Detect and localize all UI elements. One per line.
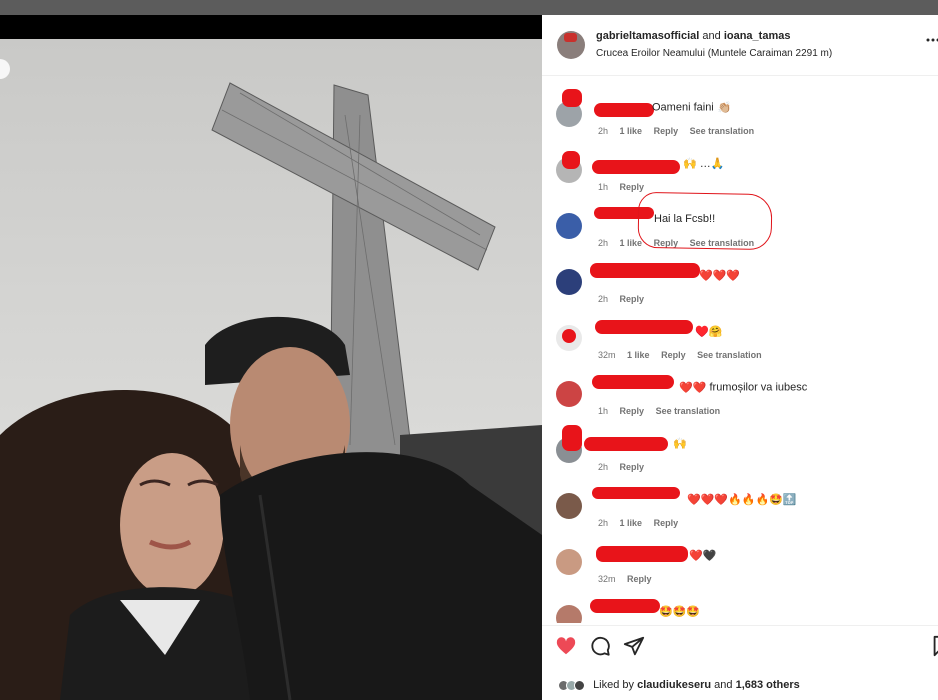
post-photo[interactable] (0, 15, 542, 700)
redaction-mark (596, 546, 688, 562)
redaction-mark (592, 375, 674, 389)
comment-likes[interactable]: 1 like (620, 238, 643, 248)
comment-text: 🙌 …🙏 (683, 158, 725, 170)
comment-text: ❤️❤️❤️🔥🔥🔥🤩🔝 (687, 494, 797, 506)
redaction-mark (562, 329, 576, 343)
heart-icon[interactable] (555, 635, 577, 657)
commenter-avatar[interactable] (556, 213, 582, 239)
comment-item: 🙌 2h Reply (542, 425, 938, 483)
comments-list[interactable]: Oameni faini 👏🏼 2h 1 like Reply See tran… (542, 77, 938, 623)
comment-meta: 32m Reply (598, 574, 661, 584)
comment-text: ❤️❤️❤️ (699, 270, 741, 282)
redaction-mark (590, 599, 660, 613)
post-actions: Liked by claudiukeseru and 1,683 others (542, 625, 938, 700)
comment-item: 🤩🤩🤩 (542, 595, 938, 623)
see-translation-button[interactable]: See translation (690, 126, 755, 136)
comment-item: ❤️🖤 32m Reply (542, 539, 938, 595)
comment-likes[interactable]: 1 like (627, 350, 650, 360)
comment-item: Oameni faini 👏🏼 2h 1 like Reply See tran… (542, 89, 938, 147)
comment-text: 🙌 (673, 438, 687, 450)
liked-by-label: Liked by (593, 679, 635, 691)
post-location[interactable]: Crucea Eroilor Neamului (Muntele Caraima… (596, 48, 832, 59)
more-options-icon[interactable] (926, 33, 938, 47)
author-username[interactable]: gabrieltamasofficial (596, 30, 699, 42)
redaction-mark (584, 437, 668, 451)
see-translation-button[interactable]: See translation (656, 406, 721, 416)
comment-time: 2h (598, 126, 609, 136)
coauthor-username[interactable]: ioana_tamas (724, 30, 791, 42)
redaction-mark (594, 103, 654, 117)
author-avatar[interactable] (557, 31, 585, 59)
reply-button[interactable]: Reply (620, 182, 645, 192)
comment-meta: 32m 1 like Reply See translation (598, 350, 771, 360)
reply-button[interactable]: Reply (654, 126, 679, 136)
red-circle-annotation (637, 191, 773, 251)
comment-item: ♥️🤗 32m 1 like Reply See translation (542, 315, 938, 371)
commenter-avatar[interactable] (556, 381, 582, 407)
share-icon[interactable] (623, 635, 645, 657)
comment-time: 2h (598, 462, 609, 472)
redaction-mark (592, 160, 680, 174)
see-translation-button[interactable]: See translation (697, 350, 762, 360)
comment-item: ❤️❤️❤️ 2h Reply (542, 259, 938, 315)
likes-summary: Liked by claudiukeseru and 1,683 others (558, 679, 800, 691)
comment-time: 2h (598, 518, 609, 528)
comment-text: 🤩🤩🤩 (659, 606, 701, 618)
comment-text: ❤️❤️ frumoșilor va iubesc (679, 381, 808, 394)
comment-text: ❤️🖤 (689, 550, 717, 562)
redaction-mark (590, 263, 700, 278)
comment-meta: 2h 1 like Reply See translation (598, 126, 763, 136)
liker-username[interactable]: claudiukeseru (637, 679, 711, 691)
redaction-mark (562, 425, 582, 451)
comment-item: ❤️❤️❤️🔥🔥🔥🤩🔝 2h 1 like Reply (542, 483, 938, 539)
comment-meta: 2h Reply (598, 462, 653, 472)
comment-meta: 1h Reply See translation (598, 406, 729, 416)
commenter-avatar[interactable] (556, 549, 582, 575)
post-details-panel: gabrieltamasofficial and ioana_tamas Cru… (542, 15, 938, 700)
comment-time: 32m (598, 350, 616, 360)
commenter-avatar[interactable] (556, 605, 582, 623)
browser-top-strip (0, 0, 938, 15)
reply-button[interactable]: Reply (620, 406, 645, 416)
reply-button[interactable]: Reply (661, 350, 686, 360)
comment-icon[interactable] (589, 635, 611, 657)
likes-others-count[interactable]: 1,683 others (736, 679, 800, 691)
author-conjunction: and (702, 30, 721, 42)
comment-item: ❤️❤️ frumoșilor va iubesc 1h Reply See t… (542, 371, 938, 427)
reply-button[interactable]: Reply (627, 574, 652, 584)
redaction-mark (562, 151, 580, 169)
comment-time: 2h (598, 294, 609, 304)
comment-meta: 2h Reply (598, 294, 653, 304)
reply-button[interactable]: Reply (620, 462, 645, 472)
redaction-mark (592, 487, 680, 499)
comment-likes[interactable]: 1 like (620, 126, 643, 136)
reply-button[interactable]: Reply (620, 294, 645, 304)
comment-time: 1h (598, 406, 609, 416)
comment-time: 32m (598, 574, 616, 584)
bookmark-icon[interactable] (930, 635, 938, 657)
comment-text: Oameni faini 👏🏼 (652, 101, 732, 114)
liker-avatar (574, 679, 585, 691)
commenter-avatar[interactable] (556, 269, 582, 295)
redaction-mark (562, 89, 582, 107)
redaction-mark (595, 320, 693, 334)
commenter-avatar[interactable] (556, 493, 582, 519)
post-header: gabrieltamasofficial and ioana_tamas Cru… (542, 15, 938, 76)
comment-meta: 2h 1 like Reply (598, 518, 687, 528)
author-names: gabrieltamasofficial and ioana_tamas (596, 30, 790, 42)
likes-conjunction: and (714, 679, 733, 691)
comment-time: 2h (598, 238, 609, 248)
comment-text: ♥️🤗 (695, 326, 723, 338)
comment-time: 1h (598, 182, 609, 192)
comment-likes[interactable]: 1 like (620, 518, 643, 528)
reply-button[interactable]: Reply (654, 518, 679, 528)
comment-meta: 1h Reply (598, 182, 653, 192)
